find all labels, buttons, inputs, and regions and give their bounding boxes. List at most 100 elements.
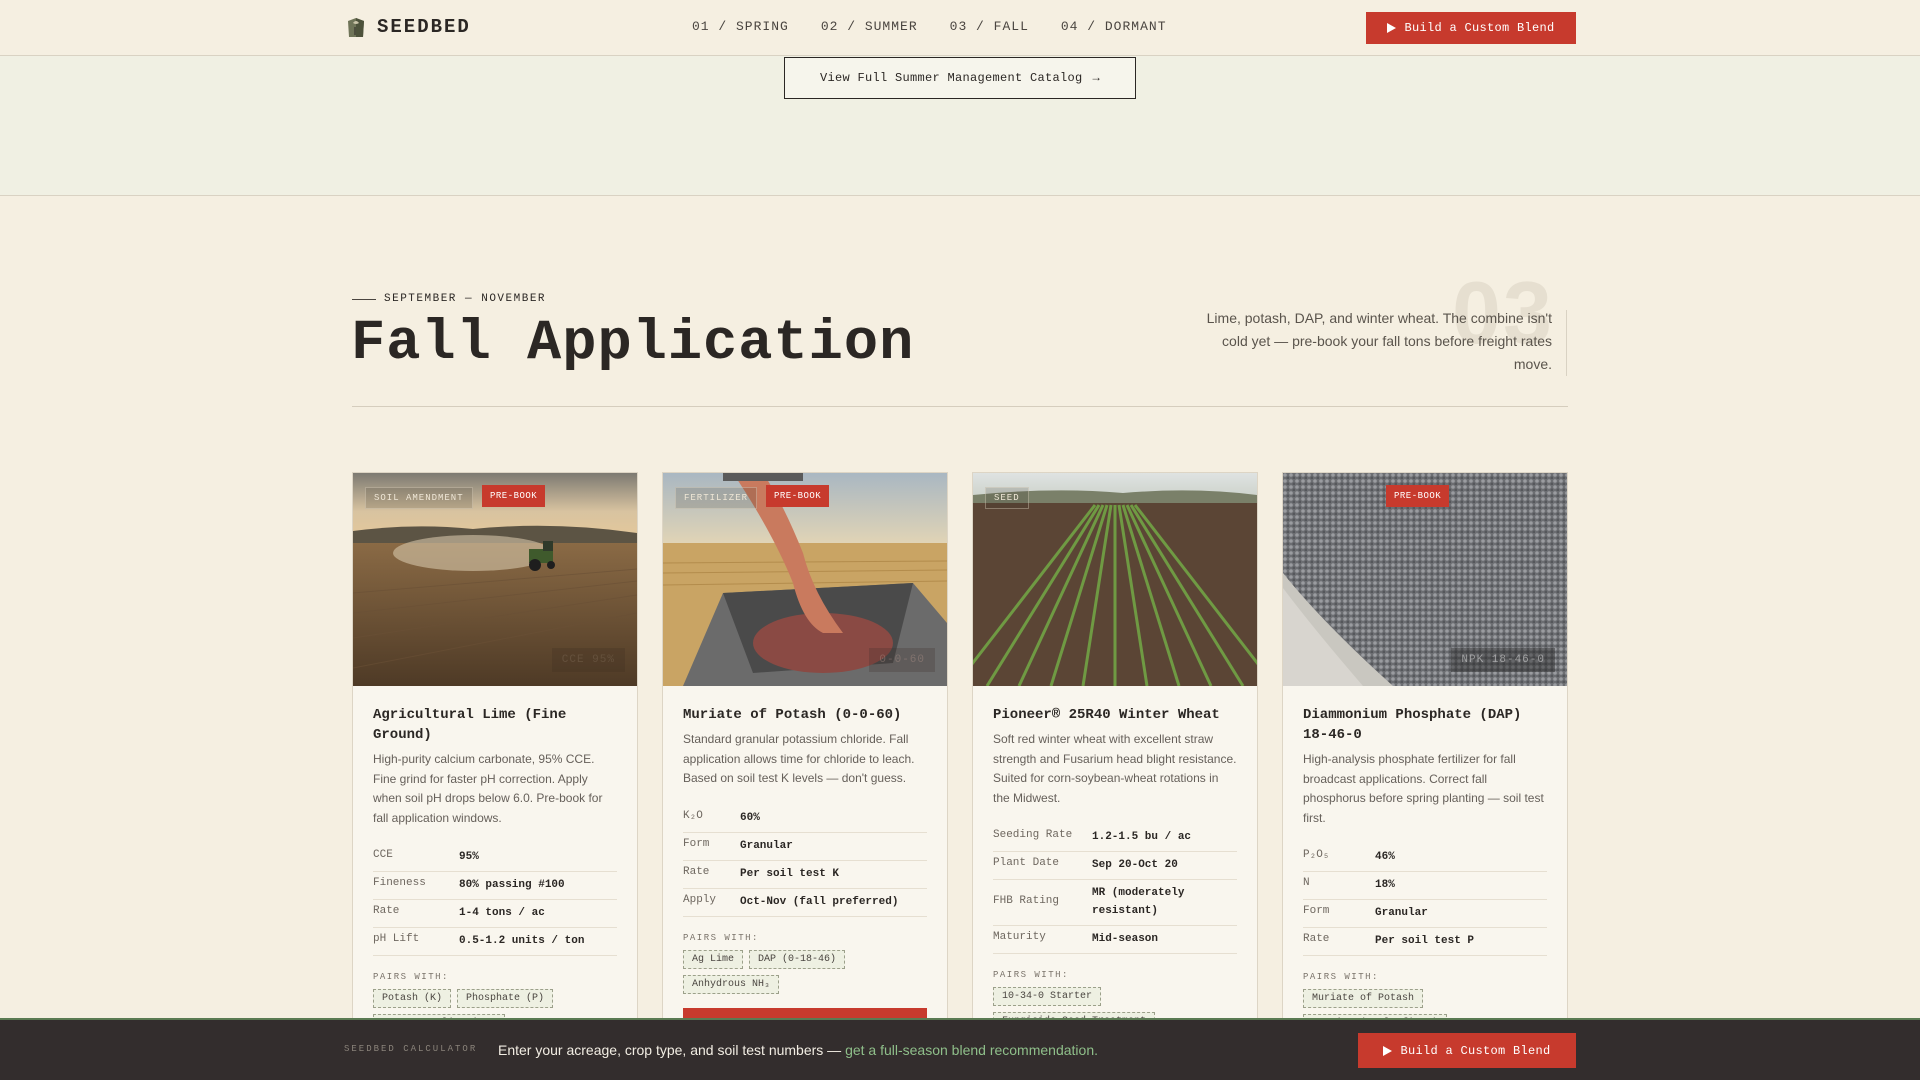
spec-key: Rate	[1303, 933, 1330, 945]
intro-divider	[1566, 310, 1567, 376]
spec-key: Apply	[683, 893, 717, 906]
spec-key: CCE	[373, 849, 393, 861]
calculator-sticky-bar: SEEDBED CALCULATOR Enter your acreage, c…	[0, 1018, 1920, 1080]
spec-value: Per soil test P	[1375, 935, 1475, 947]
arrow-right-icon: →	[1092, 71, 1101, 85]
pair-chip[interactable]: 10-34-0 Starter	[993, 987, 1102, 1006]
nav-dormant[interactable]: 04 / DORMANT	[1061, 19, 1167, 34]
top-navigation-bar: SEEDBED 01 / SPRING 02 / SUMMER 03 / FAL…	[0, 0, 1920, 56]
card-body: Pioneer® 25R40 Winter Wheat Soft red win…	[973, 686, 1257, 1031]
spec-key: FHB Rating	[993, 895, 1060, 907]
spec-value: MR (moderately resistant)	[1092, 887, 1185, 917]
nav-spring[interactable]: 01 / SPRING	[692, 19, 789, 34]
spec-row: Rate Per soil test K	[683, 861, 927, 889]
pair-chip[interactable]: Potash (K)	[373, 989, 452, 1008]
spec-row: K₂O 60%	[683, 805, 927, 833]
image-chip: CCE 95%	[551, 648, 625, 672]
summer-catalog-label: View Full Summer Management Catalog	[819, 71, 1083, 85]
card-description: Soft red winter wheat with excellent str…	[993, 732, 1237, 805]
card-title[interactable]: Pioneer® 25R40 Winter Wheat	[993, 705, 1237, 725]
spec-value: Oct-Nov (fall preferred)	[740, 895, 899, 908]
spec-row: Maturity Mid-season	[993, 926, 1237, 954]
spec-row: P₂O₅ 46%	[1303, 844, 1547, 872]
pair-chip[interactable]: Phosphate (P)	[457, 989, 554, 1008]
spec-value: Per soil test K	[740, 867, 840, 880]
card-description: High-analysis phosphate fertilizer for f…	[1303, 752, 1544, 825]
spec-row: Apply Oct-Nov (fall preferred)	[683, 889, 927, 917]
summer-section-footer: View Full Summer Management Catalog →	[0, 56, 1920, 196]
spec-table: CCE 95% Fineness 80% passing #100 Rate 1-4 …	[373, 844, 617, 956]
product-image-dap-granules: PRE-BOOK NPK 18-46-0	[1283, 473, 1567, 686]
card-description: High-purity calcium carbonate, 95% CCE. …	[373, 752, 603, 825]
product-card-ag-lime[interactable]: SOIL AMENDMENT PRE-BOOK CCE 95% Agricult…	[352, 472, 638, 1080]
spec-key: Seeding Rate	[993, 829, 1073, 841]
section-title: Fall Application	[351, 312, 915, 376]
build-blend-label: Build a Custom Blend	[1404, 21, 1555, 35]
card-title[interactable]: Diammonium Phosphate (DAP) 18-46-0	[1303, 705, 1547, 745]
spec-value: 0.5-1.2 units / ton	[459, 935, 585, 947]
build-blend-bottom-button[interactable]: Build a Custom Blend	[1358, 1033, 1576, 1068]
spec-table: P₂O₅ 46% N 18% Form Granular Rate Per soil t…	[1303, 844, 1547, 956]
pair-chip[interactable]: Ag Lime	[683, 949, 744, 969]
spec-value: 18%	[1375, 879, 1395, 891]
calculator-label: SEEDBED CALCULATOR	[344, 1044, 478, 1054]
spec-row: Rate Per soil test P	[1303, 928, 1547, 956]
product-image-potash-spreader: FERTILIZER PRE-BOOK 0-0-60	[663, 473, 947, 686]
product-card-potash[interactable]: FERTILIZER PRE-BOOK 0-0-60 Muriate of Po…	[662, 472, 948, 1080]
eyebrow-rule	[352, 298, 376, 300]
spec-value: 46%	[1375, 851, 1395, 863]
spec-row: Plant Date Sep 20-Oct 20	[993, 852, 1237, 880]
season-nav: 01 / SPRING 02 / SUMMER 03 / FALL 04 / D…	[692, 19, 1167, 34]
eyebrow-text: SEPTEMBER — NOVEMBER	[384, 293, 547, 305]
spec-key: Fineness	[373, 877, 426, 889]
summer-catalog-button[interactable]: View Full Summer Management Catalog →	[784, 57, 1136, 99]
leaf-bag-icon	[348, 18, 364, 37]
card-body: Agricultural Lime (Fine Ground) High-pur…	[353, 686, 637, 1033]
spec-value: Granular	[740, 839, 793, 852]
pair-chip[interactable]: Muriate of Potash	[1303, 989, 1424, 1008]
image-chip: NPK 18-46-0	[1451, 648, 1555, 672]
card-body: Muriate of Potash (0-0-60) Standard gran…	[663, 686, 947, 1042]
spec-key: P₂O₅	[1303, 849, 1330, 861]
spec-row: Seeding Rate 1.2-1.5 bu / ac	[993, 824, 1237, 852]
spec-value: Granular	[1375, 907, 1428, 919]
pairs-label: PAIRS WITH:	[993, 970, 1069, 980]
calculator-prompt-text: Enter your acreage, crop type, and soil …	[498, 1042, 846, 1058]
pairs-label: PAIRS WITH:	[683, 932, 759, 943]
product-card-winter-wheat[interactable]: SEED Pioneer® 25R40 Winter Wheat Soft re…	[972, 472, 1258, 1080]
spec-value: 95%	[459, 851, 479, 863]
play-triangle-icon	[1383, 1045, 1393, 1056]
pair-chip[interactable]: DAP (0-18-46)	[749, 949, 846, 969]
spec-table: Seeding Rate 1.2-1.5 bu / ac Plant Date Se…	[993, 824, 1237, 954]
product-image-wheat-rows: SEED	[973, 473, 1257, 686]
product-card-dap[interactable]: PRE-BOOK NPK 18-46-0 Diammonium Phosphat…	[1282, 472, 1568, 1080]
build-blend-button[interactable]: Build a Custom Blend	[1366, 12, 1576, 44]
spec-key: Plant Date	[993, 857, 1060, 869]
nav-summer[interactable]: 02 / SUMMER	[821, 19, 918, 34]
play-triangle-icon	[1387, 23, 1397, 33]
category-tag: SOIL AMENDMENT	[365, 487, 473, 509]
prebook-badge: PRE-BOOK	[766, 485, 830, 507]
spec-key: K₂O	[683, 809, 703, 822]
blend-recommendation-link[interactable]: get a full-season blend recommendation.	[845, 1042, 1098, 1058]
spec-value: 1-4 tons / ac	[459, 907, 545, 919]
spec-row: Rate 1-4 tons / ac	[373, 900, 617, 928]
spec-value: 1.2-1.5 bu / ac	[1092, 831, 1192, 843]
pair-chip[interactable]: Anhydrous NH₃	[683, 974, 780, 994]
spec-key: N	[1303, 877, 1310, 889]
spec-key: Form	[683, 837, 710, 850]
brand-logo[interactable]: SEEDBED	[345, 15, 471, 39]
spec-row: Form Granular	[683, 833, 927, 861]
nav-fall[interactable]: 03 / FALL	[950, 19, 1029, 34]
spec-key: Rate	[683, 865, 710, 878]
pairs-list: Ag Lime DAP (0-18-46) Anhydrous NH₃	[683, 949, 927, 994]
card-title[interactable]: Muriate of Potash (0-0-60)	[683, 705, 927, 725]
spec-row: Fineness 80% passing #100	[373, 872, 617, 900]
card-title[interactable]: Agricultural Lime (Fine Ground)	[373, 705, 617, 745]
spec-row: Form Granular	[1303, 900, 1547, 928]
brand-name: SEEDBED	[377, 16, 471, 38]
prebook-badge: PRE-BOOK	[482, 485, 546, 507]
spec-table: K₂O 60% Form Granular Rate Per soil test K …	[683, 805, 927, 917]
card-description: Standard granular potassium chloride. Fa…	[683, 732, 915, 785]
spec-value: Mid-season	[1092, 933, 1159, 945]
